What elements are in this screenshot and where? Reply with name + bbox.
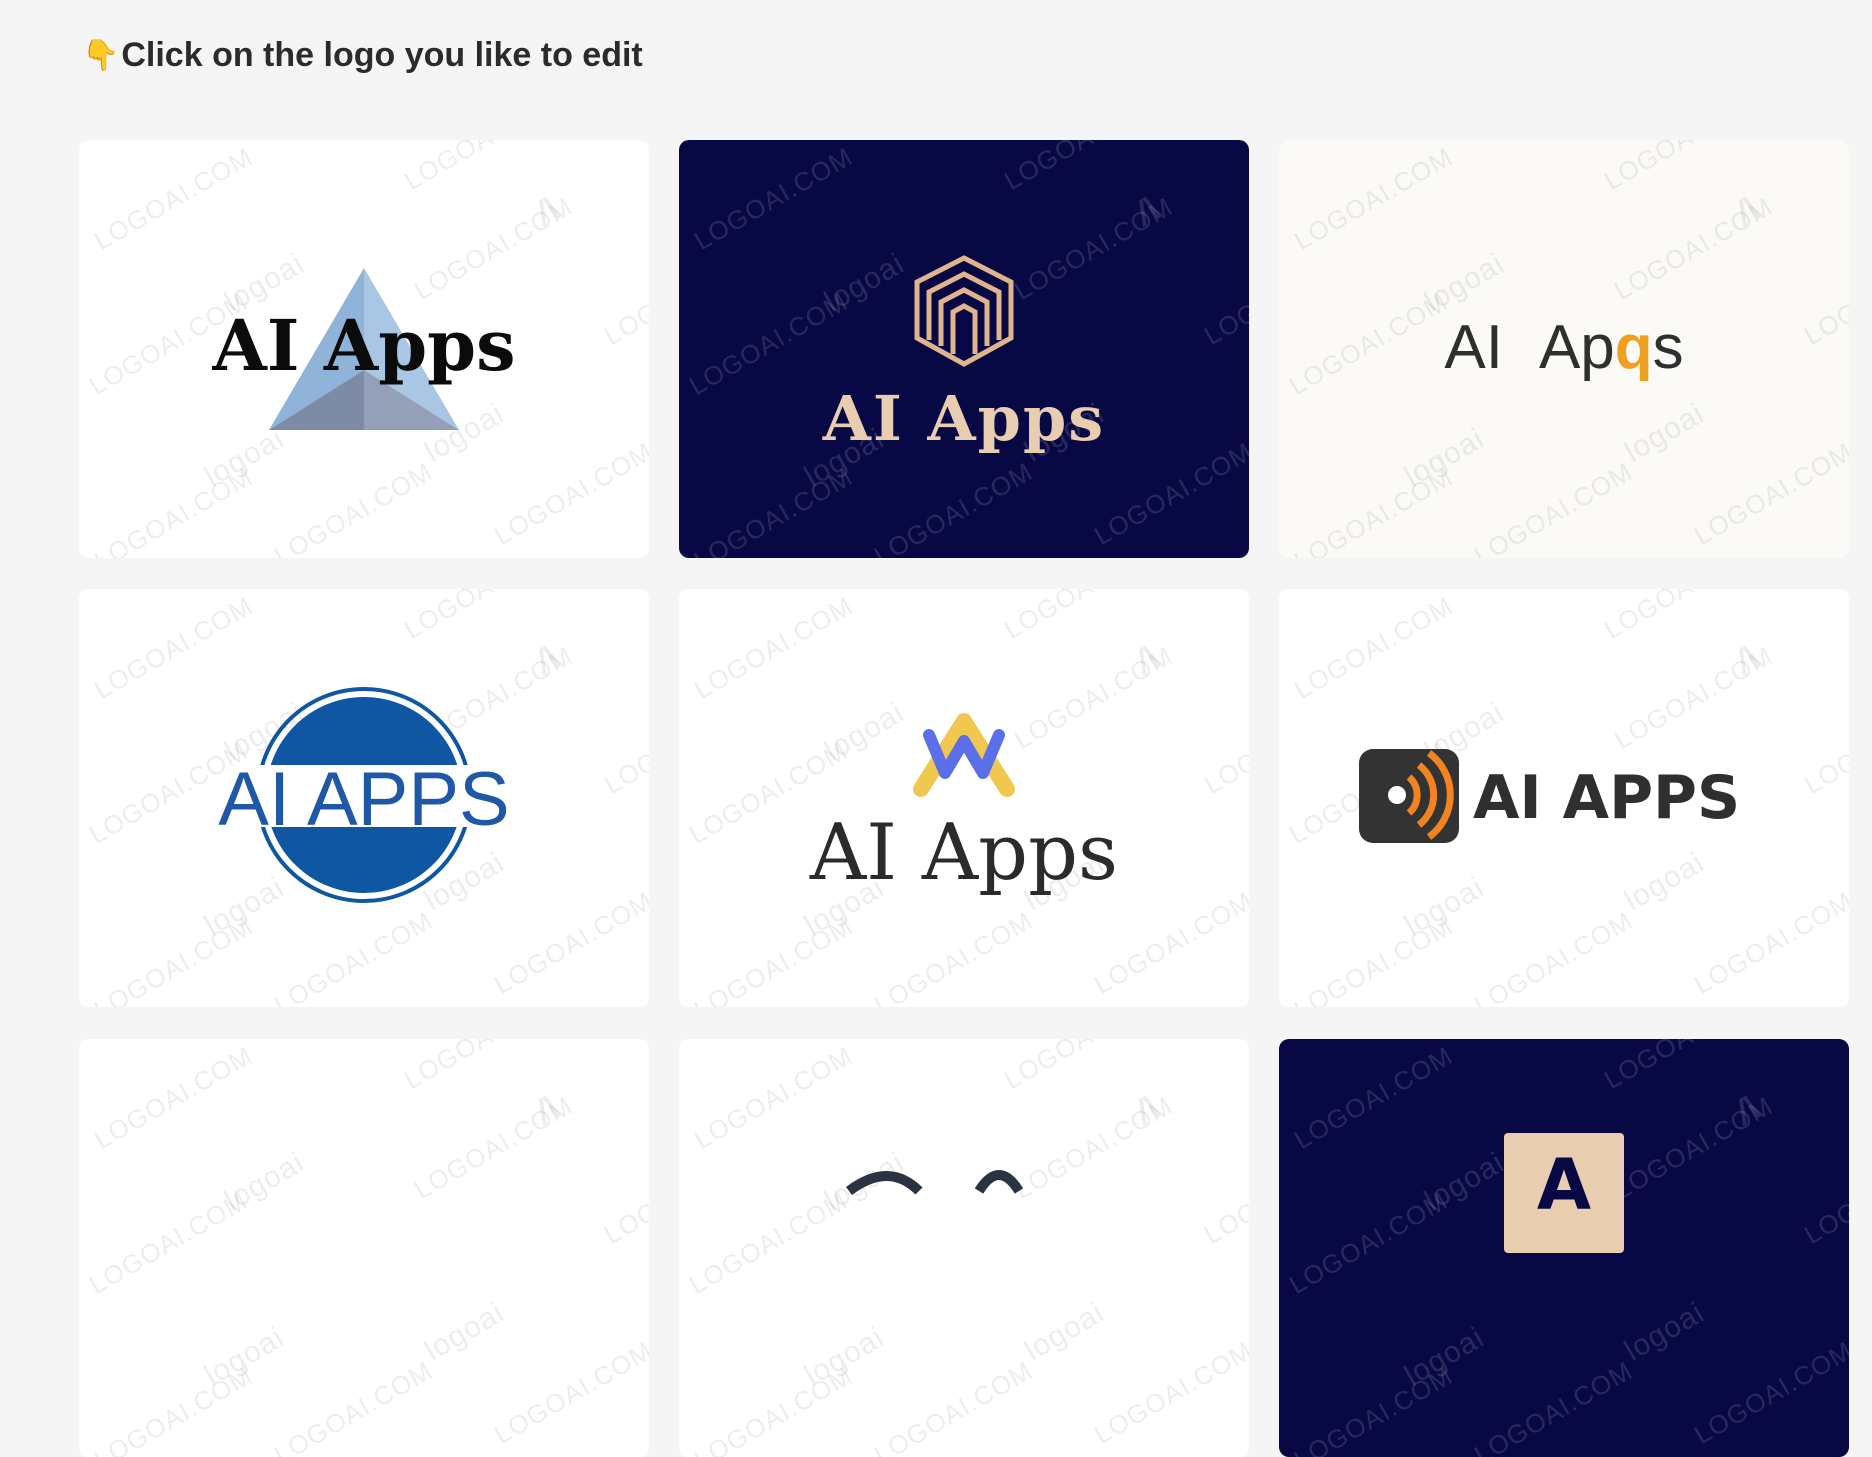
watermark-text: logoai (199, 1320, 291, 1393)
watermark-text: LOGOAI.COM (599, 1135, 649, 1250)
signal-tile-icon (1359, 749, 1459, 843)
watermark-text: LOGOAI.COM (399, 1039, 568, 1096)
logo-preview: AI Apqs (1444, 313, 1683, 382)
logo-text: AI Apps (822, 382, 1105, 455)
watermark-text: LOGOAI.COM (89, 1360, 258, 1457)
watermark-text: LOGOAI.COM (84, 1185, 253, 1300)
logo-preview: AI Apps (822, 255, 1105, 455)
watermark-text: /\ (529, 1088, 567, 1132)
script-logo-fragment (846, 1171, 923, 1196)
chevron-emblem (913, 713, 1015, 797)
logo-card-4[interactable]: LOGOAI.COMLOGOAI.COM/\logoaiLOGOAI.COMLO… (79, 589, 649, 1007)
logo-card-3[interactable]: LOGOAI.COMLOGOAI.COM/\logoaiLOGOAI.COMLO… (1279, 140, 1849, 558)
watermark-text: logoai (419, 1295, 511, 1368)
watermark-text: logoai (219, 1145, 311, 1218)
logo-grid: LOGOAI.COMLOGOAI.COM/\logoaiLOGOAI.COMLO… (79, 140, 1849, 1457)
logo-text: AI Apqs (1444, 313, 1683, 382)
page-heading: 👇 Click on the logo you like to edit (82, 36, 643, 75)
logo-card-6[interactable]: LOGOAI.COMLOGOAI.COM/\logoaiLOGOAI.COMLO… (1279, 589, 1849, 1007)
logo-text: AI Apps (211, 304, 515, 387)
heading-text: Click on the logo you like to edit (121, 36, 643, 74)
logo-card-2[interactable]: LOGOAI.COMLOGOAI.COM/\logoaiLOGOAI.COMLO… (679, 140, 1249, 558)
logo-text: AI APPS (218, 757, 510, 842)
logo-text: AI APPS (1473, 763, 1740, 833)
logo-card-5[interactable]: LOGOAI.COMLOGOAI.COM/\logoaiLOGOAI.COMLO… (679, 589, 1249, 1007)
watermark-text: LOGOAI.COM (409, 1090, 578, 1205)
hexagon-building-emblem (914, 255, 1014, 367)
logo-card-1[interactable]: LOGOAI.COMLOGOAI.COM/\logoaiLOGOAI.COMLO… (79, 140, 649, 558)
logo-preview: AI Apps (809, 713, 1118, 898)
pointing-down-icon: 👇 (82, 39, 120, 72)
logo-preview: AI Apps (211, 268, 516, 430)
logo-preview: A (1504, 1133, 1624, 1253)
watermark-text: LOGOAI.COM (269, 1355, 438, 1457)
logo-card-7[interactable]: LOGOAI.COMLOGOAI.COM/\logoaiLOGOAI.COMLO… (79, 1039, 649, 1457)
logo-card-8[interactable]: LOGOAI.COMLOGOAI.COM/\logoaiLOGOAI.COMLO… (679, 1039, 1249, 1457)
logo-card-9[interactable]: LOGOAI.COMLOGOAI.COM/\logoaiLOGOAI.COMLO… (1279, 1039, 1849, 1457)
logo-preview (846, 1170, 1024, 1196)
watermark: LOGOAI.COMLOGOAI.COM/\logoaiLOGOAI.COMLO… (79, 1039, 649, 1457)
watermark-text: LOGOAI.COM (489, 1335, 649, 1450)
logo-text: AI Apps (809, 808, 1118, 898)
watermark-text: LOGOAI.COM (89, 1040, 258, 1155)
logo-preview: AI APPS (1359, 749, 1740, 843)
logo-letter: A (1537, 1144, 1591, 1226)
logo-preview: AI APPS (218, 687, 510, 903)
